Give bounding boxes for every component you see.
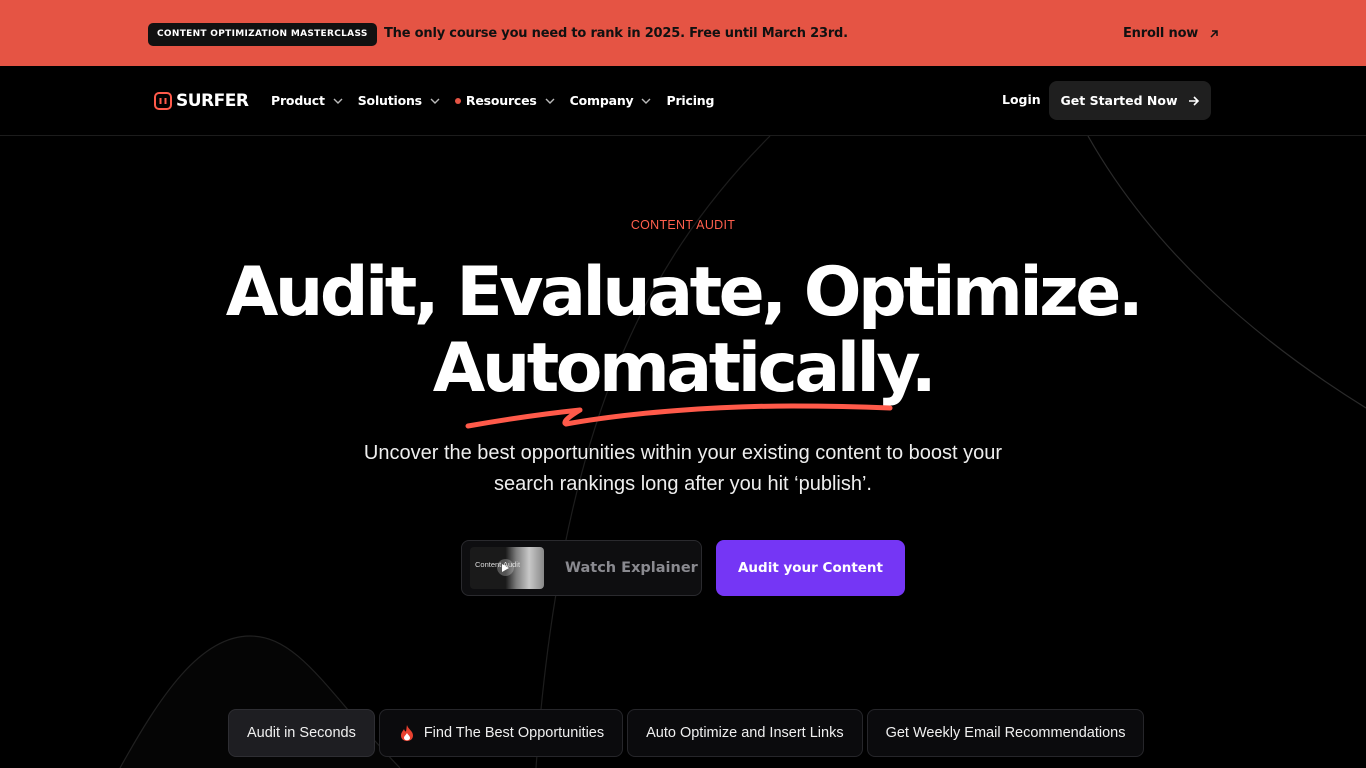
new-indicator-dot [454, 97, 461, 104]
tab-label: Get Weekly Email Recommendations [885, 725, 1126, 741]
main-navigation: SURFER Product Solutions Resources Compa… [0, 66, 1366, 136]
nav-item-product[interactable]: Product [271, 93, 343, 108]
tab-label: Find The Best Opportunities [423, 725, 605, 741]
scribble-underline [465, 403, 893, 429]
nav-item-pricing[interactable]: Pricing [666, 93, 714, 108]
chevron-down-icon [641, 98, 651, 104]
fire-icon [400, 725, 413, 741]
nav-menu: Product Solutions Resources Company Pric… [271, 93, 729, 108]
arrow-up-right-icon [1210, 29, 1218, 38]
tab-weekly-email[interactable]: Get Weekly Email Recommendations [866, 709, 1145, 757]
watch-explainer-label: Watch Explainer [565, 560, 698, 576]
watch-explainer-button[interactable]: Content Audit Watch Explainer [461, 540, 702, 596]
nav-item-label: Pricing [666, 93, 715, 108]
enroll-now-link[interactable]: Enroll now [1123, 26, 1220, 41]
chevron-down-icon [545, 98, 555, 104]
headline-line-2: Automatically. [432, 329, 937, 408]
nav-item-label: Product [271, 93, 325, 108]
section-eyebrow: CONTENT AUDIT [630, 218, 736, 232]
tab-auto-optimize[interactable]: Auto Optimize and Insert Links [627, 709, 863, 757]
tab-audit-in-seconds[interactable]: Audit in Seconds [228, 709, 375, 757]
get-started-button[interactable]: Get Started Now [1049, 81, 1211, 120]
masterclass-badge: CONTENT OPTIMIZATION MASTERCLASS [148, 23, 377, 46]
banner-message: The only course you need to rank in 2025… [384, 26, 848, 41]
nav-item-resources[interactable]: Resources [454, 93, 555, 108]
audit-your-content-button[interactable]: Audit your Content [716, 540, 905, 596]
logo-text: SURFER [176, 91, 249, 111]
video-thumbnail: Content Audit [470, 547, 544, 589]
nav-item-label: Resources [465, 93, 537, 108]
enroll-now-label: Enroll now [1123, 26, 1199, 41]
chevron-down-icon [430, 98, 440, 104]
chevron-down-icon [333, 98, 343, 104]
announcement-banner: CONTENT OPTIMIZATION MASTERCLASS The onl… [0, 0, 1366, 66]
tab-find-best-opportunities[interactable]: Find The Best Opportunities [378, 709, 624, 757]
hero-subtext: Uncover the best opportunities within yo… [363, 442, 1003, 495]
hero-headline: Audit, Evaluate, Optimize. Automatically… [0, 255, 1366, 407]
surfer-logo[interactable]: SURFER [154, 91, 249, 111]
headline-line-1: Audit, Evaluate, Optimize. [225, 253, 1144, 332]
tab-label: Audit in Seconds [247, 725, 356, 741]
nav-item-company[interactable]: Company [570, 93, 652, 108]
feature-tabs: Audit in Seconds Find The Best Opportuni… [228, 709, 1145, 757]
surfer-logo-icon [154, 92, 172, 110]
get-started-label: Get Started Now [1060, 93, 1178, 108]
nav-item-label: Solutions [357, 93, 422, 108]
nav-item-label: Company [569, 93, 634, 108]
tab-label: Auto Optimize and Insert Links [646, 725, 844, 741]
play-icon [497, 559, 514, 576]
nav-item-solutions[interactable]: Solutions [358, 93, 440, 108]
arrow-right-icon [1188, 95, 1199, 106]
login-link[interactable]: Login [1002, 92, 1041, 107]
